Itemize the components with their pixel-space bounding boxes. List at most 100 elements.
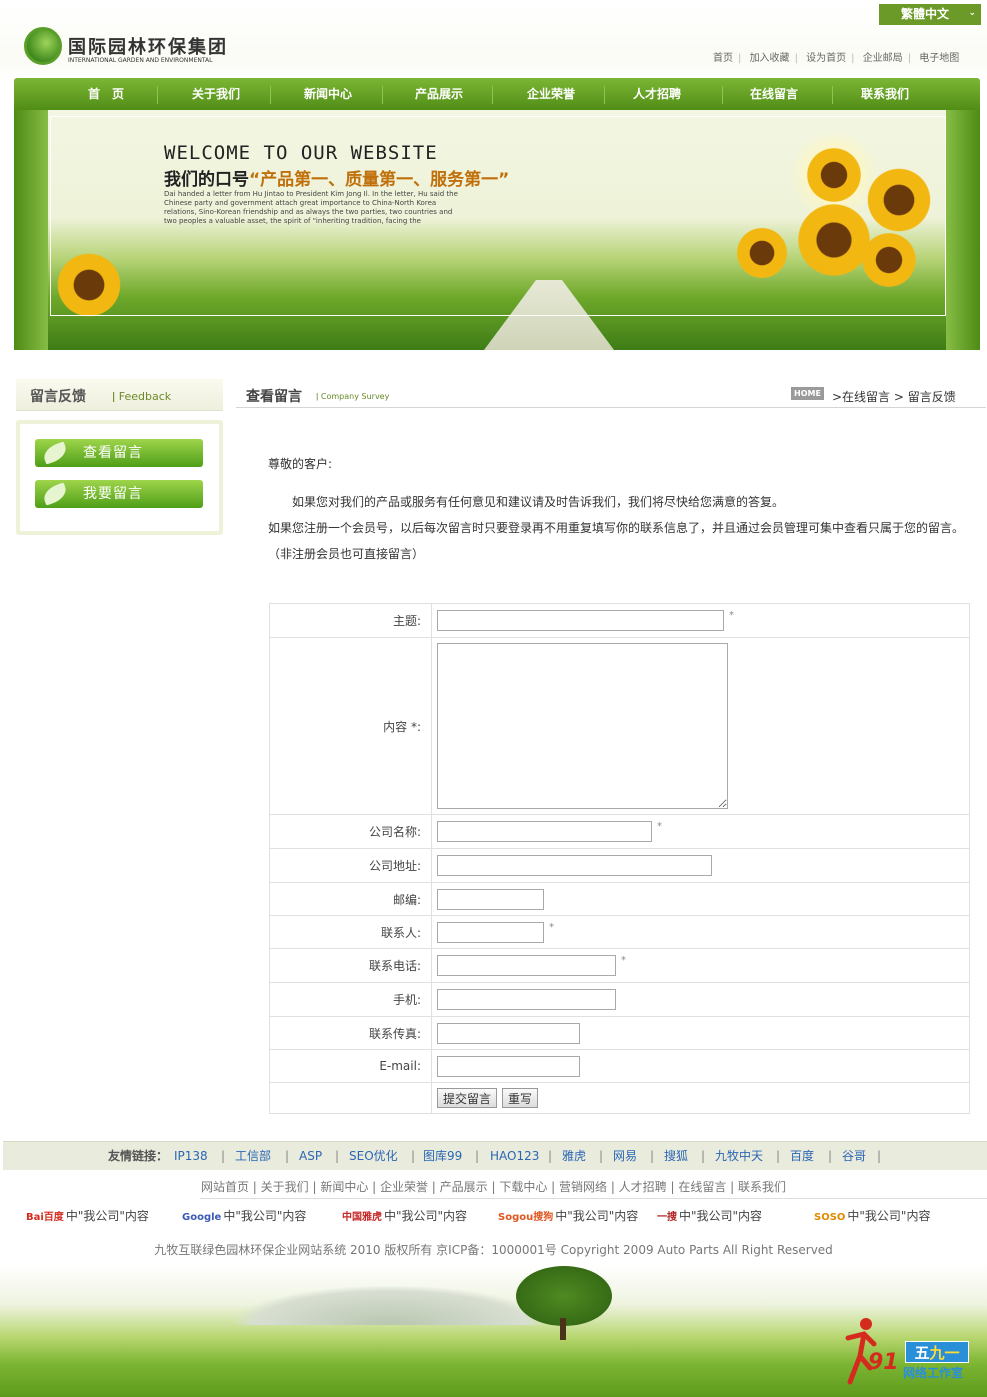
- required-mark: *: [549, 921, 554, 933]
- reset-button[interactable]: 重写: [502, 1088, 539, 1108]
- content-header: 查看留言 ǀ Company Survey HOME >在线留言 > 留言反馈: [236, 380, 986, 408]
- yisou-logo-icon: 一搜: [657, 1212, 677, 1223]
- intro-paragraph: 如果您对我们的产品或服务有任何意见和建议请及时告诉我们，我们将尽快给您满意的答复…: [292, 495, 785, 509]
- friend-link[interactable]: 图库99: [423, 1142, 462, 1171]
- footer-nav[interactable]: 网站首页 | 关于我们 | 新闻中心 | 企业荣誉 | 产品展示 | 下载中心 …: [0, 1178, 987, 1195]
- banner-slogan: 我们的口号“产品第一、质量第一、服务第一”: [164, 165, 509, 190]
- friend-link[interactable]: 工信部: [235, 1142, 271, 1171]
- company-input[interactable]: [437, 821, 652, 842]
- nav-item-honors[interactable]: 企业荣誉: [501, 78, 601, 112]
- mobile-input[interactable]: [437, 989, 616, 1010]
- search-engine-link[interactable]: SOSO 中"我公司"内容: [814, 1207, 930, 1224]
- sogou-logo-icon: Sogou搜狗: [498, 1212, 554, 1223]
- friend-link[interactable]: SEO优化: [349, 1142, 398, 1171]
- chevron-down-icon: ⌄: [968, 8, 976, 18]
- friend-link[interactable]: 网易: [613, 1142, 637, 1171]
- contact-label: 联系人:: [269, 915, 432, 949]
- tree-image: [516, 1266, 612, 1326]
- friend-link[interactable]: 百度: [790, 1142, 814, 1171]
- nav-item-contact[interactable]: 联系我们: [835, 78, 935, 112]
- search-engine-link[interactable]: 一搜 中"我公司"内容: [657, 1207, 762, 1224]
- friend-links-bar: 友情链接： IP138 | 工信部 | ASP | SEO优化 | 图库99 | HAO123 | 雅虎…: [3, 1141, 987, 1170]
- top-link-home[interactable]: 首页: [713, 53, 733, 64]
- friend-link[interactable]: 谷哥: [842, 1142, 866, 1171]
- leaf-icon: [40, 482, 70, 506]
- footer-divider: [200, 1198, 987, 1199]
- tree-trunk: [560, 1318, 566, 1340]
- nav-item-jobs[interactable]: 人才招聘: [607, 78, 707, 112]
- top-link-sethome[interactable]: 设为首页: [806, 53, 846, 64]
- friend-link-separator: |: [828, 1149, 833, 1163]
- leave-message-button[interactable]: 我要留言: [35, 480, 203, 508]
- email-input[interactable]: [437, 1055, 580, 1077]
- logo-text: 国际园林环保集团: [68, 37, 228, 58]
- friend-link[interactable]: ASP: [299, 1142, 322, 1171]
- language-switch-button[interactable]: 繁體中文 ⌄: [879, 4, 981, 25]
- intro-paragraph: 如果您注册一个会员号，以后每次留言时只要登录再不用重复填写你的联系信息了，并且通…: [268, 521, 965, 535]
- friend-link-separator: |: [701, 1149, 706, 1163]
- required-mark: *: [729, 610, 734, 621]
- subject-input[interactable]: [437, 610, 724, 631]
- friend-link[interactable]: 搜狐: [664, 1142, 688, 1171]
- banner-description: Dai handed a letter from Hu Jintao to Pr…: [164, 190, 458, 225]
- required-mark: *: [621, 955, 626, 966]
- site-logo[interactable]: 国际园林环保集团 INTERNATIONAL GARDEN AND ENVIRO…: [24, 27, 264, 69]
- google-logo-icon: Google: [182, 1212, 222, 1223]
- phone-label: 联系电话:: [269, 948, 432, 983]
- sidebar-header: 留言反馈 ǀ Feedback: [16, 379, 223, 411]
- search-engine-link[interactable]: Google 中"我公司"内容: [182, 1207, 306, 1224]
- top-link-map[interactable]: 电子地图: [919, 53, 959, 64]
- company-label: 公司名称:: [269, 814, 432, 849]
- contact-input[interactable]: [437, 921, 544, 943]
- submit-button[interactable]: 提交留言: [437, 1088, 498, 1108]
- content-textarea[interactable]: [437, 643, 728, 809]
- friend-link[interactable]: 九牧中天: [715, 1142, 763, 1171]
- top-link-mail[interactable]: 企业邮局: [863, 53, 903, 64]
- fax-label: 联系传真:: [269, 1016, 432, 1050]
- watermark-box: 五九一: [905, 1341, 969, 1363]
- slogan-highlight: “产品第一、质量第一、服务第一”: [249, 170, 510, 190]
- leaf-logo-icon: [24, 27, 62, 65]
- nav-item-home[interactable]: 首 页: [56, 78, 156, 112]
- fax-input[interactable]: [437, 1022, 580, 1044]
- zip-input[interactable]: [437, 888, 544, 910]
- form-row: 内容 *:: [269, 637, 970, 815]
- subject-label: 主题:: [269, 603, 432, 638]
- engine-text: 中"我公司"内容: [679, 1209, 763, 1223]
- form-row: 主题: *: [269, 603, 970, 638]
- friend-link-separator: |: [776, 1149, 781, 1163]
- page-subtitle: ǀ Company Survey: [316, 392, 390, 401]
- top-link-bookmark[interactable]: 加入收藏: [750, 53, 790, 64]
- nav-item-products[interactable]: 产品展示: [389, 78, 489, 112]
- form-row: E-mail:: [269, 1049, 970, 1083]
- watermark-number: 91: [868, 1350, 899, 1375]
- breadcrumb: >在线留言 > 留言反馈: [832, 390, 956, 404]
- address-input[interactable]: [437, 855, 712, 876]
- friend-link[interactable]: 雅虎: [562, 1142, 586, 1171]
- nav-item-about[interactable]: 关于我们: [166, 78, 266, 112]
- yahoo-logo-icon: 中国雅虎: [342, 1212, 382, 1223]
- friend-link-separator: |: [650, 1149, 655, 1163]
- friend-link[interactable]: HAO123: [490, 1142, 539, 1171]
- search-engine-link[interactable]: Sogou搜狗 中"我公司"内容: [498, 1207, 638, 1224]
- search-engine-link[interactable]: Bai百度 中"我公司"内容: [26, 1207, 149, 1224]
- sidebar-subtitle: ǀ Feedback: [112, 390, 172, 403]
- distant-hill: [230, 1285, 550, 1325]
- engine-text: 中"我公司"内容: [223, 1209, 307, 1223]
- message-form: 主题: * 内容 *: 公司名称: * 公司地址: 邮编: 联系人: * 联系电…: [269, 603, 970, 1114]
- nav-item-message[interactable]: 在线留言: [724, 78, 824, 112]
- form-row: 公司地址:: [269, 848, 970, 883]
- view-messages-button[interactable]: 查看留言: [35, 439, 203, 467]
- friend-link[interactable]: IP138: [174, 1142, 208, 1171]
- home-badge[interactable]: HOME: [791, 387, 824, 400]
- copyright-text: 九牧互联绿色园林环保企业网站系统 2010 版权所有 京ICP备：1000001…: [154, 1243, 833, 1257]
- engine-text: 中"我公司"内容: [384, 1209, 468, 1223]
- form-row: 提交留言 重写: [269, 1082, 970, 1114]
- search-engine-link[interactable]: 中国雅虎 中"我公司"内容: [342, 1207, 467, 1224]
- content-label: 内容 *:: [269, 637, 432, 815]
- friend-link-separator: |: [877, 1149, 882, 1163]
- nav-item-news[interactable]: 新闻中心: [278, 78, 378, 112]
- empty-cell: [269, 1082, 432, 1114]
- phone-input[interactable]: [437, 955, 616, 976]
- view-messages-label: 查看留言: [83, 445, 143, 461]
